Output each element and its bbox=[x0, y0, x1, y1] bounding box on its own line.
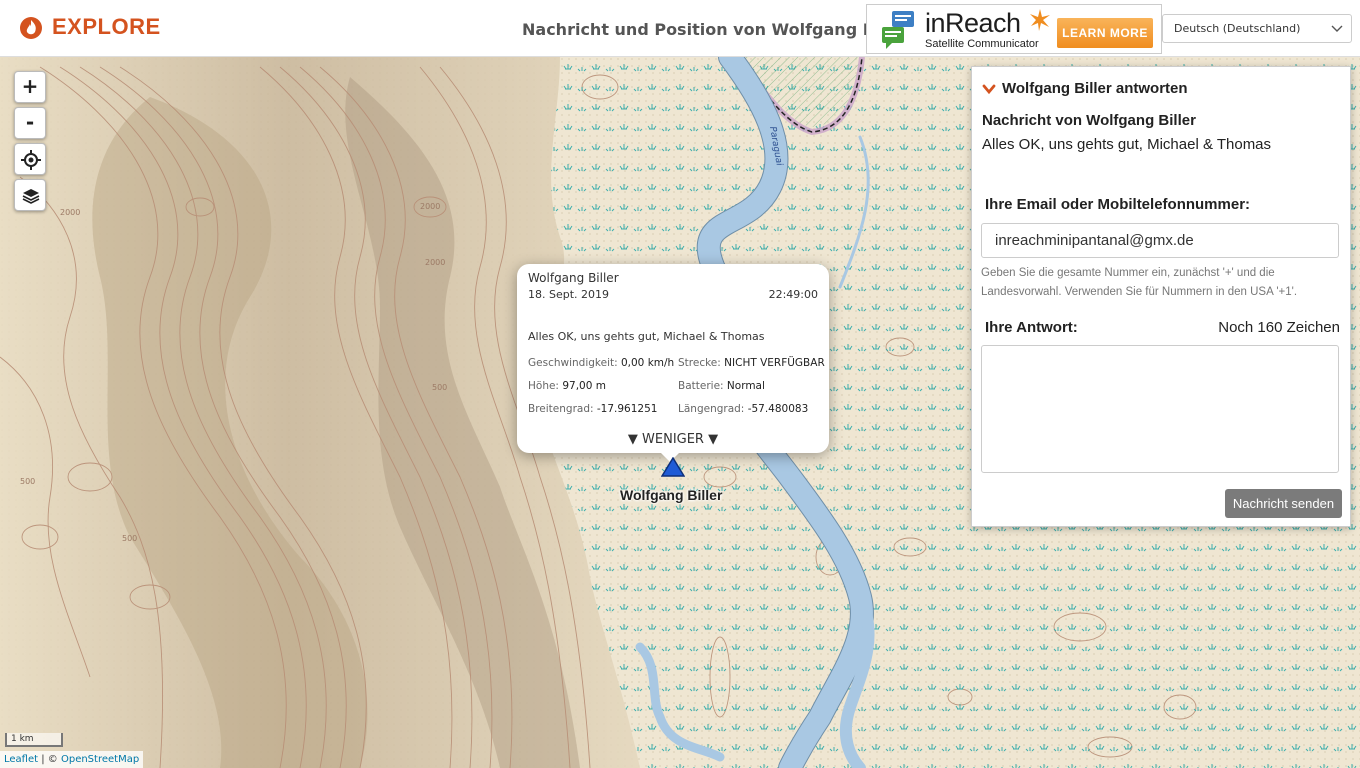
marker-label: Wolfgang Biller bbox=[620, 487, 723, 503]
send-message-button[interactable]: Nachricht senden bbox=[1225, 489, 1342, 518]
zoom-out-button[interactable]: - bbox=[14, 107, 46, 139]
top-header: EXPLORE Nachricht und Position von Wolfg… bbox=[0, 0, 1360, 57]
zoom-in-button[interactable]: + bbox=[14, 71, 46, 103]
location-popup: Wolfgang Biller 18. Sept. 2019 22:49:00 … bbox=[517, 264, 829, 453]
contour-label: 2000 bbox=[425, 258, 445, 267]
popup-latitude: Breitengrad: -17.961251 bbox=[528, 403, 657, 415]
explore-logo[interactable]: EXPLORE bbox=[18, 12, 161, 42]
popup-battery: Batterie: Normal bbox=[678, 380, 765, 392]
contour-label: 500 bbox=[20, 477, 35, 486]
route-value: NICHT VERFÜGBAR bbox=[724, 357, 825, 369]
popup-name: Wolfgang Biller bbox=[528, 271, 619, 285]
location-marker-icon[interactable] bbox=[661, 457, 685, 477]
longitude-label: Längengrad: bbox=[678, 403, 745, 415]
openstreetmap-link[interactable]: OpenStreetMap bbox=[61, 754, 139, 765]
battery-value: Normal bbox=[726, 380, 765, 392]
map-scale: 1 km bbox=[5, 733, 63, 747]
reply-textarea[interactable] bbox=[981, 345, 1339, 473]
show-less-toggle[interactable]: ▼ WENIGER ▼ bbox=[517, 432, 829, 447]
latitude-label: Breitengrad: bbox=[528, 403, 594, 415]
ad-subtitle: Satellite Communicator bbox=[925, 38, 1039, 50]
battery-label: Batterie: bbox=[678, 380, 724, 392]
message-text: Alles OK, uns gehts gut, Michael & Thoma… bbox=[982, 136, 1272, 153]
page-title: Nachricht und Position von Wolfgang Bill… bbox=[522, 20, 911, 39]
language-select-value: Deutsch (Deutschland) bbox=[1174, 22, 1301, 35]
popup-message: Alles OK, uns gehts gut, Michael & Thoma… bbox=[528, 330, 765, 343]
latitude-value: -17.961251 bbox=[596, 403, 658, 415]
language-select[interactable]: Deutsch (Deutschland) bbox=[1162, 14, 1352, 43]
popup-longitude: Längengrad: -57.480083 bbox=[678, 403, 808, 415]
popup-speed: Geschwindigkeit: 0,00 km/h bbox=[528, 357, 674, 369]
longitude-value: -57.480083 bbox=[747, 403, 809, 415]
contour-label: 500 bbox=[432, 383, 447, 392]
route-label: Strecke: bbox=[678, 357, 721, 369]
contour-label: 500 bbox=[122, 534, 137, 543]
reply-panel-title: Wolfgang Biller antworten bbox=[1002, 80, 1188, 97]
logo-text: EXPLORE bbox=[52, 14, 161, 39]
reply-label: Ihre Antwort: bbox=[985, 319, 1078, 336]
contact-label: Ihre Email oder Mobiltelefonnummer: bbox=[985, 196, 1251, 213]
attribution-separator: | © bbox=[38, 754, 61, 765]
signal-burst-icon bbox=[1030, 9, 1050, 31]
chevron-down-icon bbox=[1331, 25, 1343, 32]
layers-button[interactable] bbox=[14, 179, 46, 211]
popup-time: 22:49:00 bbox=[768, 288, 818, 301]
message-heading: Nachricht von Wolfgang Biller bbox=[982, 112, 1196, 129]
chevron-down-icon bbox=[982, 84, 996, 94]
altitude-value: 97,00 m bbox=[562, 380, 606, 392]
contour-label: 2000 bbox=[420, 202, 440, 211]
contact-input[interactable]: inreachminipantanal@gmx.de bbox=[981, 223, 1339, 258]
popup-route: Strecke: NICHT VERFÜGBAR bbox=[678, 357, 825, 369]
inreach-ad-banner[interactable]: inReach Satellite Communicator LEARN MOR… bbox=[866, 4, 1162, 54]
leaflet-link[interactable]: Leaflet bbox=[4, 754, 38, 765]
learn-more-button[interactable]: LEARN MORE bbox=[1057, 18, 1153, 48]
ad-brand: inReach bbox=[925, 8, 1021, 38]
altitude-label: Höhe: bbox=[528, 380, 559, 392]
crosshair-icon bbox=[21, 150, 41, 170]
chars-remaining: Noch 160 Zeichen bbox=[1218, 319, 1340, 336]
layers-icon bbox=[22, 189, 40, 204]
speed-label: Geschwindigkeit: bbox=[528, 357, 618, 369]
chat-bubbles-icon bbox=[882, 11, 914, 49]
popup-altitude: Höhe: 97,00 m bbox=[528, 380, 606, 392]
contact-hint: Geben Sie die gesamte Nummer ein, zunäch… bbox=[981, 267, 1298, 298]
locate-button[interactable] bbox=[14, 143, 46, 175]
map-attribution: Leaflet | © OpenStreetMap bbox=[0, 751, 144, 768]
garmin-flame-logo-icon bbox=[20, 17, 42, 39]
speed-value: 0,00 km/h bbox=[620, 357, 675, 369]
popup-date: 18. Sept. 2019 bbox=[528, 288, 610, 301]
reply-panel: Wolfgang Biller antworten Nachricht von … bbox=[971, 66, 1351, 527]
reply-panel-header[interactable]: Wolfgang Biller antworten bbox=[982, 80, 1188, 97]
contour-label: 2000 bbox=[60, 208, 80, 217]
